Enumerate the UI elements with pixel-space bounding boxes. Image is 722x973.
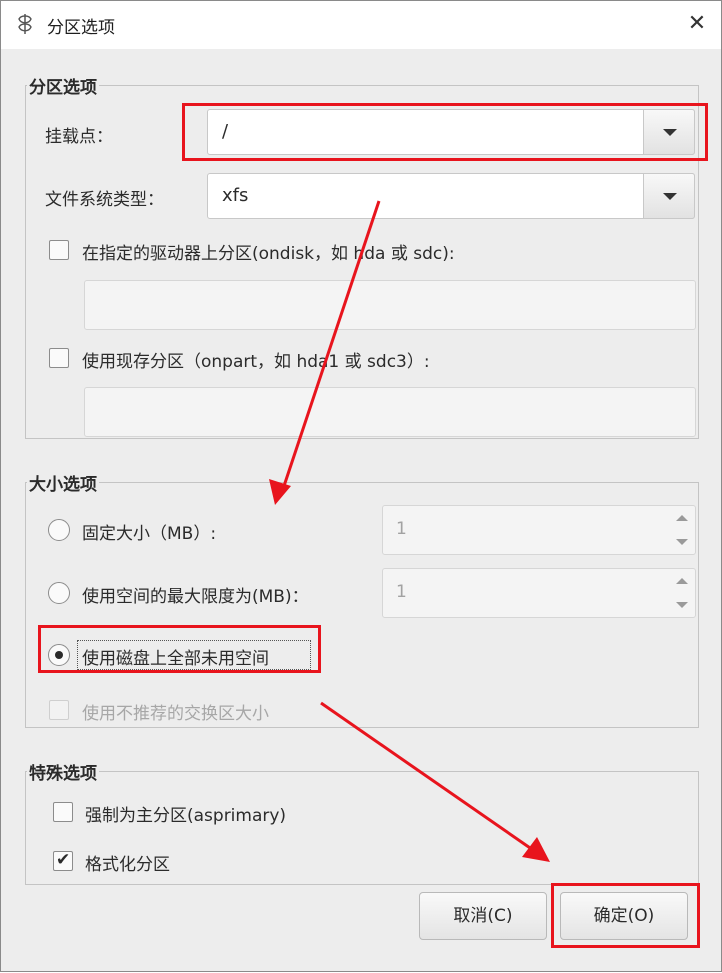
annotation-arrowhead <box>522 837 550 862</box>
annotation-arrow-line <box>281 200 381 490</box>
annotation-arrows <box>269 200 550 862</box>
annotation-arrow-line <box>320 701 534 852</box>
annotation-arrowhead <box>269 479 291 505</box>
partition-options-dialog: 分区选项 ✕ 分区选项 挂载点： / 文件系统类型： xfs 在指定的驱动器上分… <box>0 0 722 972</box>
